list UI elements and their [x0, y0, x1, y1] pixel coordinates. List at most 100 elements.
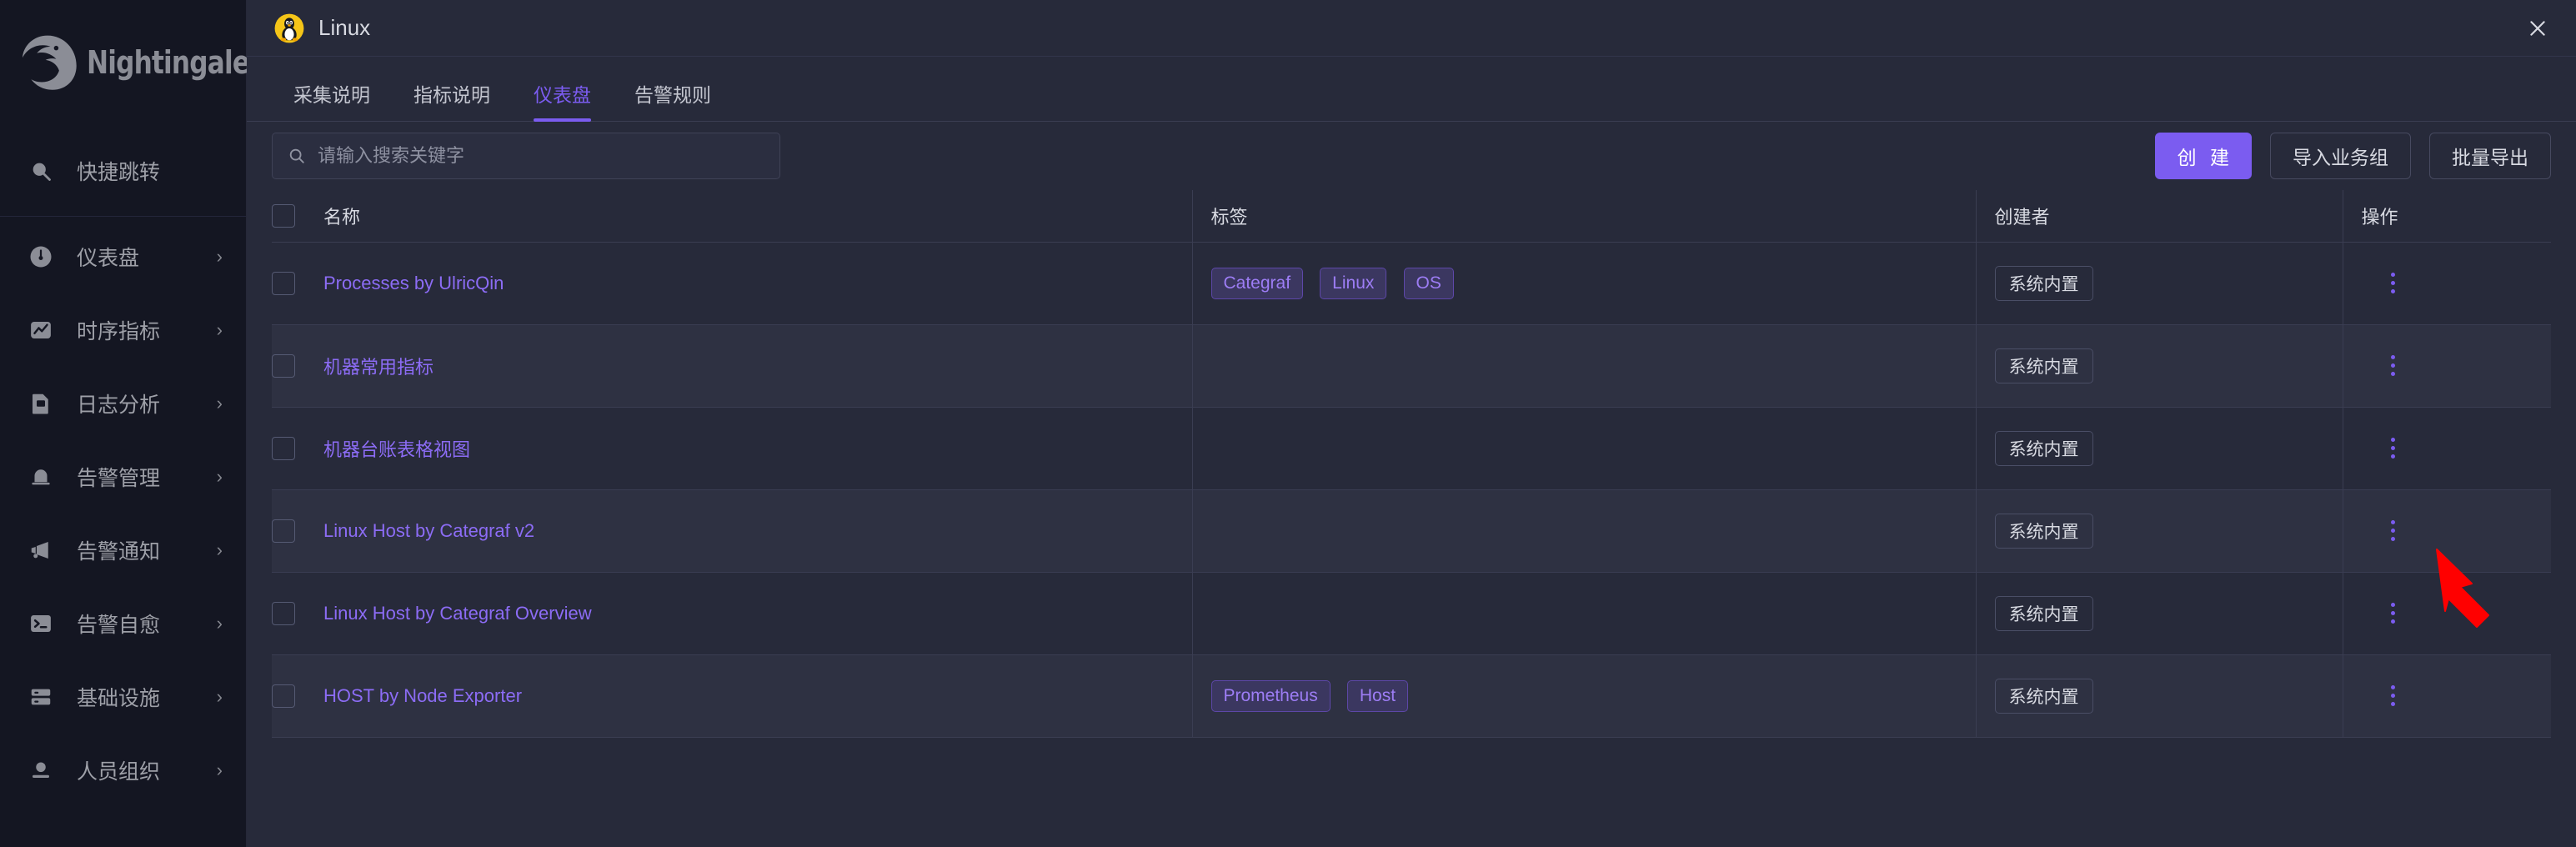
column-header-creator: 创建者 — [1975, 190, 2343, 243]
search-input[interactable] — [318, 145, 764, 167]
creator-badge: 系统内置 — [1994, 348, 2093, 383]
dashboard-name-link[interactable]: Processes by UlricQin — [323, 273, 504, 293]
tag-chip[interactable]: OS — [1403, 267, 1454, 299]
row-creator-cell: 系统内置 — [1975, 324, 2343, 408]
row-select-cell — [272, 324, 323, 408]
row-select-cell — [272, 572, 323, 655]
sidebar-item-label: 告警管理 — [77, 467, 161, 490]
table-body: Processes by UlricQin Categraf Linux OS … — [272, 242, 2551, 738]
row-checkbox[interactable] — [272, 519, 295, 543]
dashboard-name-link[interactable]: Linux Host by Categraf v2 — [323, 520, 534, 541]
row-name-cell: 机器台账表格视图 — [323, 407, 1192, 490]
page-title: Linux — [318, 15, 371, 40]
sidebar-item-metrics[interactable]: 时序指标 › — [0, 293, 246, 367]
row-more-actions-icon[interactable] — [2377, 514, 2410, 548]
sidebar-item-dashboard[interactable]: 仪表盘 › — [0, 220, 246, 293]
chevron-right-icon: › — [216, 759, 223, 780]
tab-alert-rules[interactable]: 告警规则 — [613, 79, 733, 121]
sidebar-nav: 仪表盘 › 时序指标 › 日志分析 › 告警管理 › 告警通知 › 告警自愈 ›… — [0, 217, 246, 807]
dashboard-name-link[interactable]: HOST by Node Exporter — [323, 685, 522, 706]
brand-name: Nightingale — [87, 44, 250, 81]
table-row[interactable]: Linux Host by Categraf v2 系统内置 — [272, 489, 2551, 573]
row-operations-cell — [2342, 572, 2551, 655]
row-more-actions-icon[interactable] — [2377, 267, 2410, 300]
chevron-right-icon: › — [216, 539, 223, 560]
tag-chip[interactable]: Host — [1346, 679, 1409, 712]
brand[interactable]: Nightingale — [0, 0, 250, 125]
sidebar-item-label: 告警通知 — [77, 540, 161, 564]
row-tags-cell — [1191, 572, 1976, 655]
tab-collection-doc[interactable]: 采集说明 — [272, 79, 392, 121]
row-checkbox[interactable] — [272, 353, 295, 378]
search-box[interactable] — [272, 133, 780, 179]
row-more-actions-icon[interactable] — [2377, 679, 2410, 713]
row-checkbox[interactable] — [272, 271, 295, 295]
row-checkbox[interactable] — [272, 601, 295, 625]
row-operations-cell — [2342, 242, 2551, 325]
table-row[interactable]: HOST by Node Exporter Prometheus Host 系统… — [272, 654, 2551, 738]
app-root: Nightingale 快捷跳转 仪表盘 › 时序指标 › 日志分析 › 告警管… — [0, 0, 2576, 847]
sidebar-item-label: 日志分析 — [77, 393, 161, 417]
close-icon[interactable] — [2521, 12, 2554, 45]
dashboard-name-link[interactable]: 机器常用指标 — [323, 357, 434, 378]
tag-chip[interactable]: Prometheus — [1210, 679, 1331, 712]
row-creator-cell: 系统内置 — [1975, 489, 2343, 573]
creator-badge: 系统内置 — [1994, 265, 2093, 301]
dashboard-name-link[interactable]: 机器台账表格视图 — [323, 439, 470, 460]
sidebar-item-personnel[interactable]: 人员组织 › — [0, 734, 246, 807]
import-busigroup-button[interactable]: 导入业务组 — [2270, 133, 2411, 179]
row-more-actions-icon-active[interactable] — [2377, 432, 2410, 465]
tab-dashboard[interactable]: 仪表盘 — [512, 79, 613, 122]
row-select-cell — [272, 407, 323, 490]
linux-tux-icon — [273, 13, 305, 44]
sidebar-item-alert-management[interactable]: 告警管理 › — [0, 440, 246, 514]
row-operations-cell — [2342, 324, 2551, 408]
create-button[interactable]: 创 建 — [2154, 133, 2252, 179]
select-all-checkbox[interactable] — [272, 203, 295, 228]
table-row[interactable]: Linux Host by Categraf Overview 系统内置 — [272, 572, 2551, 655]
table-head: 名称 标签 创建者 操作 — [272, 190, 2551, 243]
chevron-right-icon: › — [216, 246, 223, 267]
row-checkbox[interactable] — [272, 684, 295, 708]
tag-chip[interactable]: Linux — [1320, 267, 1387, 299]
row-more-actions-icon[interactable] — [2377, 349, 2410, 383]
table-row[interactable]: Processes by UlricQin Categraf Linux OS … — [272, 242, 2551, 325]
sidebar-item-self-healing[interactable]: 告警自愈 › — [0, 587, 246, 660]
row-name-cell: Linux Host by Categraf Overview — [323, 572, 1192, 655]
chevron-right-icon: › — [216, 393, 223, 413]
sidebar-item-label: 仪表盘 — [77, 247, 140, 270]
row-name-cell: 机器常用指标 — [323, 324, 1192, 408]
row-select-cell — [272, 242, 323, 325]
sidebar-item-logs[interactable]: 日志分析 › — [0, 367, 246, 440]
chevron-right-icon: › — [216, 613, 223, 634]
table-row[interactable]: 机器台账表格视图 系统内置 — [272, 407, 2551, 490]
row-name-cell: HOST by Node Exporter — [323, 654, 1192, 738]
chevron-right-icon: › — [216, 319, 223, 340]
terminal-icon — [28, 611, 53, 636]
row-more-actions-icon[interactable] — [2377, 597, 2410, 630]
nightingale-bird-logo-icon — [17, 32, 78, 93]
batch-export-button[interactable]: 批量导出 — [2429, 133, 2551, 179]
tab-metric-doc[interactable]: 指标说明 — [392, 79, 512, 121]
table-row[interactable]: 机器常用指标 系统内置 — [272, 324, 2551, 408]
row-tags-cell: Prometheus Host — [1191, 654, 1976, 738]
chevron-right-icon: › — [216, 466, 223, 487]
row-tags-cell — [1191, 407, 1976, 490]
tag-chip[interactable]: Categraf — [1210, 267, 1304, 299]
creator-badge: 系统内置 — [1994, 595, 2093, 631]
sidebar-item-alert-notify[interactable]: 告警通知 › — [0, 514, 246, 587]
line-chart-icon — [28, 318, 53, 343]
search-icon — [288, 147, 306, 165]
sidebar: Nightingale 快捷跳转 仪表盘 › 时序指标 › 日志分析 › 告警管… — [0, 0, 250, 847]
row-creator-cell: 系统内置 — [1975, 407, 2343, 490]
row-checkbox[interactable] — [272, 436, 295, 460]
sidebar-item-label: 人员组织 — [77, 760, 161, 784]
sidebar-item-label: 告警自愈 — [77, 614, 161, 637]
sidebar-item-quick-jump[interactable]: 快捷跳转 — [0, 125, 246, 217]
sidebar-item-label: 基础设施 — [77, 687, 161, 710]
dashboard-name-link[interactable]: Linux Host by Categraf Overview — [323, 603, 592, 624]
dashboard-table-container: 名称 标签 创建者 操作 Processes by UlricQin Categ… — [247, 190, 2576, 847]
row-operations-cell — [2342, 489, 2551, 573]
sidebar-item-infrastructure[interactable]: 基础设施 › — [0, 660, 246, 734]
user-icon — [28, 758, 53, 783]
